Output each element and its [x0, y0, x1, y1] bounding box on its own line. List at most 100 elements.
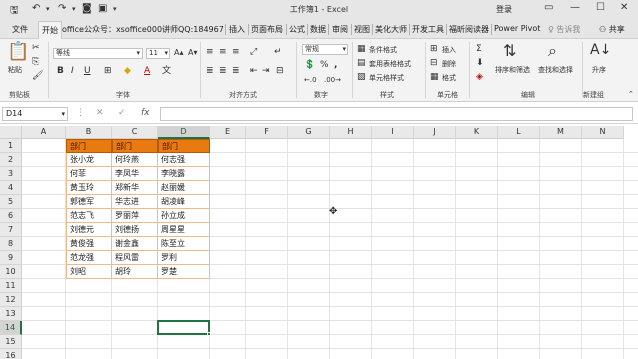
cancel-icon[interactable]: ✕ [96, 108, 104, 118]
tab-file[interactable]: 文件 [12, 24, 28, 35]
phonetic-icon[interactable]: 文 [162, 66, 171, 76]
row-header-3[interactable]: 3 [0, 167, 22, 181]
table-cell[interactable]: 何玲燕 [112, 153, 158, 167]
column-header-k[interactable]: K [456, 126, 498, 139]
format-cells-button[interactable]: 格式 [442, 73, 456, 83]
table-cell[interactable]: 范龙强 [66, 251, 112, 265]
fill-color-icon[interactable]: ◆ [124, 66, 131, 76]
table-cell[interactable]: 张小龙 [66, 153, 112, 167]
copy-icon[interactable]: ⎘ [32, 57, 39, 67]
row-header-2[interactable]: 2 [0, 153, 22, 167]
borders-icon[interactable]: ⊞ [104, 66, 112, 76]
tab-formulas[interactable]: 公式 [289, 24, 305, 35]
font-name-select[interactable]: 等线 ▾ [53, 48, 143, 59]
column-header-e[interactable]: E [210, 126, 246, 139]
table-cell[interactable]: 黄玉玲 [66, 181, 112, 195]
find-select-button[interactable]: 查找和选择 [538, 65, 573, 75]
align-left-icon[interactable]: ≣ [206, 66, 214, 76]
table-cell[interactable]: 李晓露 [158, 167, 210, 181]
table-cell[interactable]: 程风雷 [112, 251, 158, 265]
conditional-format-button[interactable]: 条件格式 [369, 45, 397, 55]
autosum-icon[interactable]: Σ [476, 44, 482, 54]
comma-style-button[interactable]: , [334, 60, 337, 70]
tab-review[interactable]: 审阅 [332, 24, 348, 35]
sort-ascending-button[interactable]: 升序 [592, 65, 606, 75]
share-button[interactable]: ⚇ 共享 [599, 24, 625, 35]
underline-button[interactable]: U [84, 66, 91, 76]
table-header-cell[interactable]: 部门 [112, 139, 158, 153]
collapse-ribbon-icon[interactable]: ⌃ [628, 89, 634, 99]
table-cell[interactable]: 范志飞 [66, 209, 112, 223]
table-header-cell[interactable]: 部门 [158, 139, 210, 153]
row-header-16[interactable]: 16 [0, 349, 22, 359]
column-header-i[interactable]: I [372, 126, 414, 139]
table-cell[interactable]: 李凤华 [112, 167, 158, 181]
merge-center-icon[interactable]: ⊟ [276, 66, 284, 76]
fill-icon[interactable]: ⬇ [476, 58, 484, 68]
table-cell[interactable]: 孙立成 [158, 209, 210, 223]
table-cell[interactable]: 刘德扬 [112, 223, 158, 237]
table-cell[interactable]: 刘德元 [66, 223, 112, 237]
table-cell[interactable]: 谢金鑫 [112, 237, 158, 251]
login-link[interactable]: 登录 [496, 4, 512, 15]
cut-icon[interactable]: ✂ [32, 43, 40, 53]
align-center-icon[interactable]: ≣ [219, 66, 227, 76]
number-format-select[interactable]: 常规 ▾ [302, 44, 348, 55]
table-cell[interactable]: 罗丽萍 [112, 209, 158, 223]
align-middle-icon[interactable]: ≡ [219, 47, 227, 57]
column-header-m[interactable]: M [540, 126, 582, 139]
tab-view[interactable]: 视图 [354, 24, 370, 35]
align-right-icon[interactable]: ≣ [232, 66, 240, 76]
increase-font-icon[interactable]: A▴ [174, 48, 184, 58]
tab-insert[interactable]: 插入 [229, 24, 245, 35]
paste-button[interactable]: 粘贴 [8, 65, 22, 75]
row-header-14[interactable]: 14 [0, 321, 22, 335]
clear-icon[interactable]: ◈ [476, 72, 483, 82]
bold-button[interactable]: B [57, 66, 64, 76]
column-header-c[interactable]: C [112, 126, 158, 139]
table-cell[interactable]: 胡凌峰 [158, 195, 210, 209]
decrease-indent-icon[interactable]: ⇤ [250, 66, 258, 76]
align-bottom-icon[interactable]: ≡ [232, 47, 240, 57]
font-size-select[interactable]: 11 ▾ [146, 48, 170, 59]
worksheet-grid[interactable]: ABCDEFGHIJKLMN 1 2 3 4 5 6 7 8 9 10 11 12 13 14 15 16 部… [0, 126, 638, 359]
select-all-corner[interactable] [0, 126, 22, 139]
percent-style-button[interactable]: % [320, 60, 329, 70]
close-icon[interactable]: ✕ [620, 2, 628, 13]
decrease-decimal-icon[interactable]: .00→ [324, 75, 341, 85]
row-header-11[interactable]: 11 [0, 279, 22, 293]
column-header-a[interactable]: A [22, 126, 66, 139]
table-cell[interactable]: 胡玲 [112, 265, 158, 279]
fill-handle[interactable] [207, 332, 211, 336]
row-header-13[interactable]: 13 [0, 307, 22, 321]
wrap-text-icon[interactable]: ↵ [274, 47, 282, 57]
row-header-7[interactable]: 7 [0, 223, 22, 237]
row-header-15[interactable]: 15 [0, 335, 22, 349]
row-header-5[interactable]: 5 [0, 195, 22, 209]
column-header-g[interactable]: G [288, 126, 330, 139]
table-cell[interactable]: 郑新华 [112, 181, 158, 195]
table-cell[interactable]: 陈至立 [158, 237, 210, 251]
table-cell[interactable]: 罗利 [158, 251, 210, 265]
row-header-12[interactable]: 12 [0, 293, 22, 307]
tab-page-layout[interactable]: 页面布局 [251, 24, 283, 35]
row-header-6[interactable]: 6 [0, 209, 22, 223]
table-cell[interactable]: 黄俊强 [66, 237, 112, 251]
italic-button[interactable]: I [71, 66, 74, 76]
tab-office-public-account[interactable]: office公众号：xsoffice000 [62, 24, 162, 35]
name-box[interactable]: D14 ▾ [2, 107, 68, 121]
column-header-f[interactable]: F [246, 126, 288, 139]
row-header-9[interactable]: 9 [0, 251, 22, 265]
maximize-icon[interactable]: ☐ [596, 2, 605, 13]
enter-icon[interactable]: ✓ [118, 108, 126, 118]
row-header-8[interactable]: 8 [0, 237, 22, 251]
tell-me-search[interactable]: ♀ 告诉我 [548, 24, 580, 35]
accounting-format-icon[interactable]: 💲 [304, 60, 315, 70]
formula-input[interactable] [160, 107, 633, 121]
increase-decimal-icon[interactable]: ←.0 [304, 75, 317, 85]
table-cell[interactable]: 华志进 [112, 195, 158, 209]
column-header-n[interactable]: N [582, 126, 624, 139]
column-header-b[interactable]: B [66, 126, 112, 139]
tab-beautify-master[interactable]: 美化大师 [375, 24, 407, 35]
paste-icon[interactable]: 📋 [7, 43, 29, 61]
